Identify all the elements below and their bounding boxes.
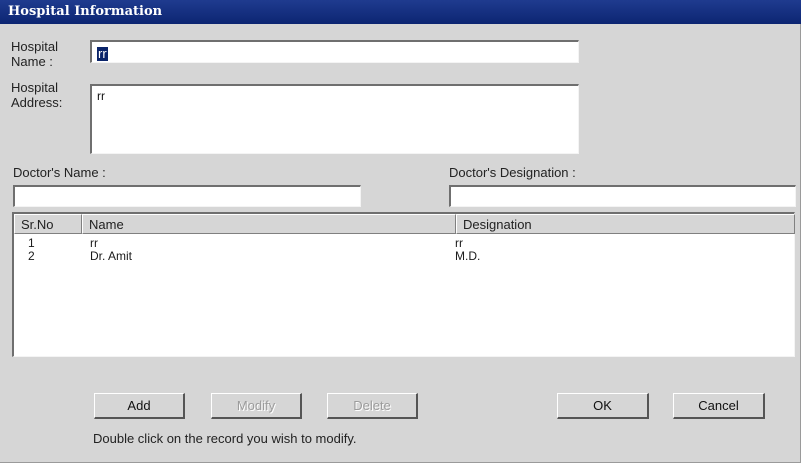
doctor-name-input[interactable] — [15, 187, 360, 206]
hospital-name-label-line1: Hospital — [11, 39, 58, 54]
hospital-name-label-line2: Name : — [11, 54, 53, 69]
hospital-name-field[interactable]: rr — [90, 40, 579, 63]
cancel-button[interactable]: Cancel — [673, 393, 765, 419]
ok-button[interactable]: OK — [557, 393, 649, 419]
hint-text: Double click on the record you wish to m… — [93, 431, 357, 446]
row-srno: 2 — [28, 249, 35, 263]
dialog-title: Hospital Information — [0, 0, 801, 24]
doctor-name-field[interactable] — [13, 185, 361, 207]
hospital-name-value[interactable]: rr — [97, 47, 108, 61]
delete-button[interactable]: Delete — [327, 393, 418, 419]
doctor-designation-label: Doctor's Designation : — [449, 165, 576, 180]
hospital-address-label-line1: Hospital — [11, 80, 58, 95]
modify-button[interactable]: Modify — [211, 393, 302, 419]
doctor-designation-field[interactable] — [449, 185, 796, 207]
doctor-designation-input[interactable] — [451, 187, 795, 206]
doctor-name-label: Doctor's Name : — [13, 165, 106, 180]
hospital-information-dialog: Hospital Information Hospital Name : rr … — [0, 0, 801, 463]
table-row[interactable]: 2 Dr. Amit M.D. — [14, 250, 794, 263]
doctors-table[interactable]: Sr.No Name Designation 1 rr rr 2 Dr. Ami… — [12, 212, 795, 357]
column-header-designation[interactable]: Designation — [456, 214, 795, 234]
table-header: Sr.No Name Designation — [14, 214, 795, 234]
column-header-name[interactable]: Name — [82, 214, 456, 234]
row-name: Dr. Amit — [90, 249, 133, 263]
hospital-address-textarea[interactable]: rr — [92, 86, 578, 153]
hospital-name-label: Hospital Name : — [11, 39, 58, 69]
hospital-address-label-line2: Address: — [11, 95, 63, 110]
hospital-address-label: Hospital Address: — [11, 80, 62, 110]
row-designation: M.D. — [455, 249, 481, 263]
hospital-address-field[interactable]: rr — [90, 84, 579, 154]
add-button[interactable]: Add — [94, 393, 185, 419]
column-header-srno[interactable]: Sr.No — [14, 214, 82, 234]
